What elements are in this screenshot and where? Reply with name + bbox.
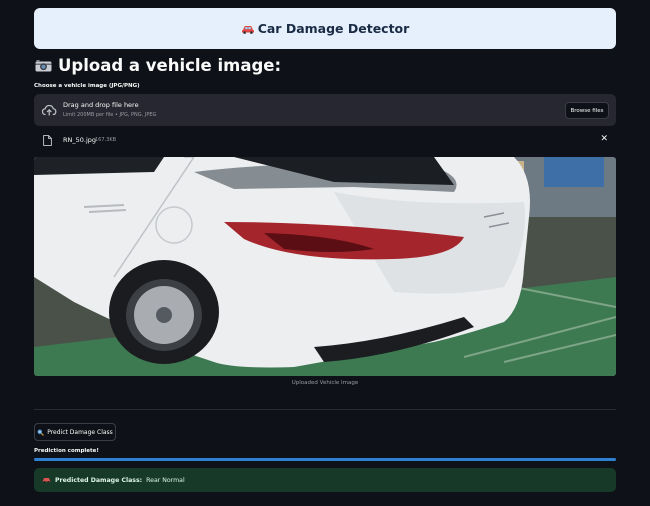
uploaded-vehicle-image [34, 157, 616, 376]
prediction-result: Predicted Damage Class: Rear Normal [34, 468, 616, 492]
dropzone-title: Drag and drop file here [63, 101, 139, 109]
file-name: RN_50.jpg [63, 136, 97, 144]
predict-button-label: Predict Damage Class [47, 428, 113, 436]
file-dropzone[interactable]: Drag and drop file here Limit 200MB per … [34, 94, 616, 126]
result-label: Predicted Damage Class: [55, 476, 143, 484]
progress-fill [34, 458, 616, 461]
image-caption: Uploaded Vehicle Image [291, 380, 359, 386]
page-heading: Upload a vehicle image: [35, 56, 281, 75]
section-divider [34, 409, 616, 410]
result-value: Rear Normal [146, 476, 185, 484]
uploader-label: Choose a vehicle image (JPG/PNG) [34, 83, 140, 89]
dropzone-subtitle: Limit 200MB per file • JPG, PNG, JPEG [63, 112, 157, 118]
page-heading-text: Upload a vehicle image: [58, 56, 282, 75]
close-icon[interactable]: ✕ [600, 134, 608, 144]
browse-files-button[interactable]: Browse files [565, 102, 609, 119]
predict-damage-button[interactable]: Predict Damage Class [34, 423, 116, 441]
camera-icon [35, 60, 52, 72]
cloud-upload-icon [41, 104, 57, 116]
car-icon [241, 26, 254, 34]
app-title-text: Car Damage Detector [257, 21, 410, 36]
car-icon [42, 478, 51, 483]
file-size: 167.3KB [95, 137, 117, 143]
app-title: Car Damage Detector [241, 21, 410, 36]
magnifier-icon [37, 428, 45, 436]
file-icon [43, 135, 52, 146]
progress-bar [34, 458, 616, 461]
uploaded-file-row: RN_50.jpg 167.3KB ✕ [34, 133, 616, 149]
title-banner: Car Damage Detector [34, 8, 616, 49]
status-text: Prediction complete! [34, 448, 99, 454]
